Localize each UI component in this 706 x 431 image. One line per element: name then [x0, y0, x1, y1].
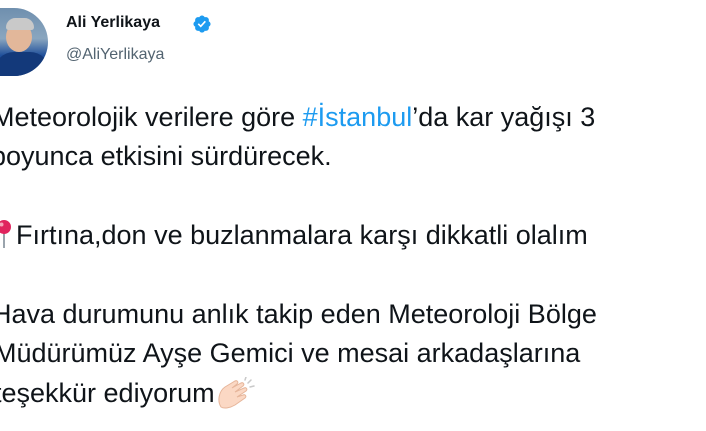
tweet-text-line-4: Hava durumunu anlık takip eden Meteorolo…: [0, 299, 597, 329]
tweet-text-segment: ’da kar yağışı 3: [412, 102, 596, 132]
tweet-card: Ali Yerlikaya @AliYerlikaya Meteorolojik…: [0, 0, 706, 431]
verified-badge-icon: [193, 15, 211, 33]
clapping-hands-icon: [218, 377, 255, 409]
avatar-suit: [0, 52, 48, 76]
avatar-hair: [6, 18, 34, 30]
round-pushpin-icon: [0, 220, 11, 248]
hashtag-link[interactable]: #İstanbul: [303, 102, 413, 132]
tweet-text-line-3: Fırtına,don ve buzlanmalara karşı dikkat…: [16, 220, 588, 250]
tweet-text-segment: teşekkür ediyorum: [0, 378, 215, 408]
tweet-text-segment: Meteorolojik verilere göre: [0, 102, 303, 132]
author-display-name[interactable]: Ali Yerlikaya: [66, 14, 160, 32]
tweet-text-line-1: Meteorolojik verilere göre #İstanbul’da …: [0, 101, 595, 133]
tweet-text-line-5: Müdürümüz Ayşe Gemici ve mesai arkadaşla…: [0, 338, 581, 368]
tweet-text-line-6: teşekkür ediyorum: [0, 377, 255, 409]
avatar[interactable]: [0, 8, 48, 76]
author-handle[interactable]: @AliYerlikaya: [66, 46, 164, 64]
tweet-text-line-2: boyunca etkisini sürdürecek.: [0, 141, 332, 171]
